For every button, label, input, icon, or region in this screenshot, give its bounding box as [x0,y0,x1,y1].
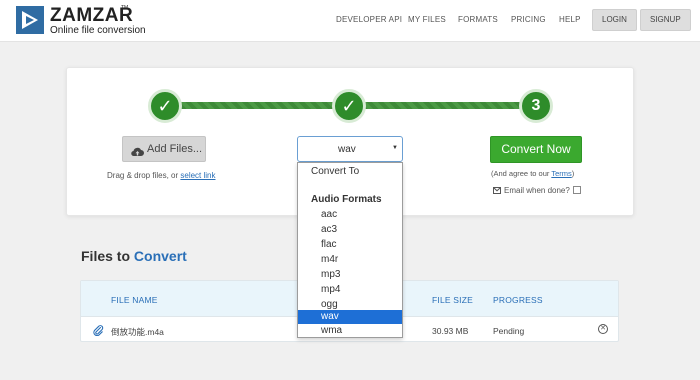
nav-help[interactable]: HELP [559,15,581,24]
terms-suffix: ) [571,169,575,178]
format-dropdown-list: Convert To Audio Formats aac ac3 flac m4… [297,162,403,338]
step-2-done-icon: ✓ [332,89,366,123]
file-progress-cell: Pending [493,326,525,336]
files-heading-accent: Convert [133,248,187,264]
file-size-cell: 30.93 MB [432,326,469,336]
remove-file-icon[interactable]: ✕ [598,324,608,334]
chevron-down-icon: ▼ [392,145,398,151]
file-name-cell: 倒放功能.m4a [111,327,164,337]
terms-prefix: (And agree to our [491,169,552,178]
signup-button[interactable]: SIGNUP [640,9,691,31]
dropdown-option-mp3[interactable]: mp3 [298,268,402,282]
files-heading-prefix: Files to [81,248,134,264]
add-files-label: Add Files... [147,143,203,155]
email-when-done-checkbox[interactable] [573,186,581,194]
dropdown-option-aac[interactable]: aac [298,208,402,222]
trademark-mark: TM [121,5,129,11]
top-header: ZAMZAR TM Online file conversion DEVELOP… [0,0,700,42]
convert-now-button[interactable]: Convert Now [490,136,582,163]
step-3-current: 3 [519,89,553,123]
step-1-done-icon: ✓ [148,89,182,123]
dropdown-placeholder[interactable]: Convert To [298,165,402,179]
format-select-value: wav [338,144,356,155]
dropdown-option-ac3[interactable]: ac3 [298,223,402,237]
login-button[interactable]: LOGIN [592,9,637,31]
paperclip-icon [93,323,104,341]
column-file-name: FILE NAME [111,295,158,305]
brand-tagline: Online file conversion [50,25,146,36]
terms-link[interactable]: Terms [551,169,571,178]
nav-developer-api[interactable]: DEVELOPER API [336,15,402,24]
dropdown-option-wma[interactable]: wma [298,324,402,338]
files-section-title: Files to Convert [81,248,187,264]
dropdown-option-m4r[interactable]: m4r [298,253,402,267]
nav-my-files[interactable]: MY FILES [408,15,446,24]
column-file-size: FILE SIZE [432,295,474,305]
nav-pricing[interactable]: PRICING [511,15,546,24]
dropdown-option-flac[interactable]: flac [298,238,402,252]
format-select[interactable]: wav ▼ [297,136,403,162]
cloud-upload-icon [131,143,144,167]
select-link[interactable]: select link [180,171,215,180]
email-when-done-label: Email when done? [504,186,570,195]
drag-drop-text: Drag & drop files, or [107,171,181,180]
column-progress: PROGRESS [493,295,543,305]
dropdown-option-mp4[interactable]: mp4 [298,283,402,297]
terms-notice: (And agree to our Terms) [491,169,574,178]
add-files-button[interactable]: Add Files... [122,136,206,162]
dropdown-group-audio: Audio Formats [311,194,382,205]
nav-formats[interactable]: FORMATS [458,15,498,24]
zamzar-logo-icon[interactable] [16,6,44,34]
envelope-icon [493,187,501,196]
drag-drop-hint: Drag & drop files, or select link [107,171,216,180]
dropdown-option-wav[interactable]: wav [298,310,402,324]
